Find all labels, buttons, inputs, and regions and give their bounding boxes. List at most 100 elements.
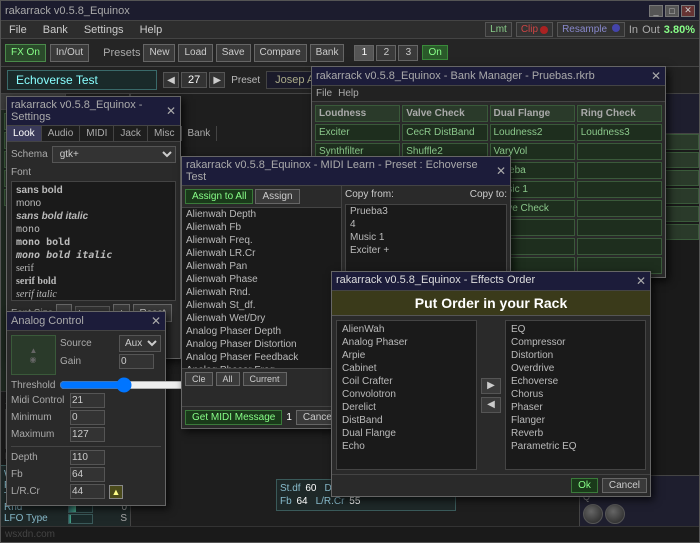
tab-jack[interactable]: Jack <box>114 126 148 141</box>
font-sans-bold-italic[interactable]: sans bold italic <box>14 210 173 223</box>
source-select[interactable]: Aux <box>119 335 161 352</box>
preset-num-1[interactable]: 1 <box>354 45 374 61</box>
effects-close-button[interactable]: ✕ <box>636 274 646 288</box>
effects-move-right-button[interactable]: ▶ <box>481 378 501 394</box>
effects-cancel-button[interactable]: Cancel <box>602 478 647 493</box>
font-mono-bold[interactable]: mono bold <box>14 236 173 249</box>
max-input[interactable] <box>70 427 105 442</box>
midi-clear-button[interactable]: Cle <box>185 372 213 386</box>
bank-button[interactable]: Bank <box>310 44 345 62</box>
param-alienwah-wetdry[interactable]: Alienwah Wet/Dry <box>182 312 341 325</box>
effect-analog-phaser[interactable]: Analog Phaser <box>339 336 474 349</box>
effect-echoverse[interactable]: Echoverse <box>508 375 643 388</box>
menu-settings[interactable]: Settings <box>80 24 128 36</box>
param-alienwah-stdf[interactable]: Alienwah St_df. <box>182 299 341 312</box>
copy-exciter[interactable]: Exciter + <box>346 244 506 257</box>
midi-ctrl-input[interactable] <box>70 393 105 408</box>
midi-all-button[interactable]: All <box>216 372 240 386</box>
effect-overdrive[interactable]: Overdrive <box>508 362 643 375</box>
bank-cell-0[interactable]: Exciter <box>315 124 400 141</box>
effect-convolotron[interactable]: Convolotron <box>339 388 474 401</box>
param-analog-dist[interactable]: Analog Phaser Distortion <box>182 338 341 351</box>
bank-menu-file[interactable]: File <box>316 88 332 99</box>
lr-up-button[interactable]: ▲ <box>109 485 123 499</box>
effect-parametric-eq[interactable]: Parametric EQ <box>508 440 643 453</box>
eq-knob-2[interactable] <box>605 504 625 524</box>
effect-coil-crafter[interactable]: Coil Crafter <box>339 375 474 388</box>
new-button[interactable]: New <box>143 44 175 62</box>
menu-help[interactable]: Help <box>136 24 167 36</box>
compare-button[interactable]: Compare <box>254 44 307 62</box>
tab-midi[interactable]: MIDI <box>80 126 114 141</box>
effect-dual-flange[interactable]: Dual Flange <box>339 427 474 440</box>
bank-cell-2[interactable]: Loudness2 <box>490 124 575 141</box>
param-alienwah-fb[interactable]: Alienwah Fb <box>182 221 341 234</box>
get-midi-button[interactable]: Get MIDI Message <box>185 410 282 425</box>
param-alienwah-freq[interactable]: Alienwah Freq. <box>182 234 341 247</box>
threshold-slider[interactable] <box>59 379 188 391</box>
bank-menu-help[interactable]: Help <box>338 88 359 99</box>
copy-4[interactable]: 4 <box>346 218 506 231</box>
effect-compressor[interactable]: Compressor <box>508 336 643 349</box>
analog-fb-input[interactable] <box>70 467 105 482</box>
schema-select[interactable]: gtk+ <box>52 146 176 163</box>
analog-depth-input[interactable] <box>70 450 105 465</box>
effect-reverb[interactable]: Reverb <box>508 427 643 440</box>
effect-cabinet[interactable]: Cabinet <box>339 362 474 375</box>
font-mono-2[interactable]: mono <box>14 223 173 236</box>
tab-look[interactable]: Look <box>7 126 42 141</box>
effect-distortion[interactable]: Distortion <box>508 349 643 362</box>
copy-prueba3[interactable]: Prueba3 <box>346 205 506 218</box>
midi-close-button[interactable]: ✕ <box>496 164 506 178</box>
param-alienwah-lrcr[interactable]: Alienwah LR.Cr <box>182 247 341 260</box>
effect-arpie[interactable]: Arpie <box>339 349 474 362</box>
param-alienwah-phase[interactable]: Alienwah Phase <box>182 273 341 286</box>
assign-all-button[interactable]: Assign to All <box>185 189 253 204</box>
param-alienwah-rnd[interactable]: Alienwah Rnd. <box>182 286 341 299</box>
effect-alienwah[interactable]: AlienWah <box>339 323 474 336</box>
load-button[interactable]: Load <box>178 44 212 62</box>
settings-close-button[interactable]: ✕ <box>166 104 176 118</box>
menu-bank[interactable]: Bank <box>39 24 72 36</box>
on-button[interactable]: On <box>422 45 447 60</box>
effect-flanger[interactable]: Flanger <box>508 414 643 427</box>
min-input[interactable] <box>70 410 105 425</box>
font-sans-bold[interactable]: sans bold <box>14 184 173 197</box>
bank-cell-1[interactable]: CecR DistBand <box>402 124 487 141</box>
tab-misc[interactable]: Misc <box>148 126 182 141</box>
preset-num-3[interactable]: 3 <box>398 45 418 61</box>
param-analog-depth[interactable]: Analog Phaser Depth <box>182 325 341 338</box>
copy-music1[interactable]: Music 1 <box>346 231 506 244</box>
font-serif[interactable]: serif <box>14 262 173 275</box>
tab-bank[interactable]: Bank <box>182 126 218 141</box>
midi-current-button[interactable]: Current <box>243 372 287 386</box>
preset-next-button[interactable]: ▶ <box>209 72 225 88</box>
preset-prev-button[interactable]: ◀ <box>163 72 179 88</box>
maximize-button[interactable]: □ <box>665 5 679 17</box>
close-button[interactable]: ✕ <box>681 5 695 17</box>
eq-knob-1[interactable] <box>583 504 603 524</box>
effect-phaser[interactable]: Phaser <box>508 401 643 414</box>
effect-derelict[interactable]: Derelict <box>339 401 474 414</box>
font-mono[interactable]: mono <box>14 197 173 210</box>
font-mono-bold-italic[interactable]: mono bold italic <box>14 249 173 262</box>
preset-num-2[interactable]: 2 <box>376 45 396 61</box>
font-serif-italic[interactable]: serif italic <box>14 288 173 301</box>
gain-input[interactable] <box>119 354 154 369</box>
bank-cell-3[interactable]: Loudness3 <box>577 124 662 141</box>
minimize-button[interactable]: _ <box>649 5 663 17</box>
tab-audio[interactable]: Audio <box>42 126 81 141</box>
bank-close-button[interactable]: ✕ <box>651 69 661 83</box>
effects-ok-button[interactable]: Ok <box>571 478 598 493</box>
param-alienwah-depth[interactable]: Alienwah Depth <box>182 208 341 221</box>
effect-eq[interactable]: EQ <box>508 323 643 336</box>
lfo-slider[interactable] <box>68 514 93 524</box>
fx-on-tab[interactable]: FX On <box>5 44 46 62</box>
analog-close-button[interactable]: ✕ <box>151 314 161 328</box>
font-serif-bold[interactable]: serif bold <box>14 275 173 288</box>
analog-lr-input[interactable] <box>70 484 105 499</box>
save-button[interactable]: Save <box>216 44 251 62</box>
assign-button[interactable]: Assign <box>255 189 299 204</box>
menu-file[interactable]: File <box>5 24 31 36</box>
effect-echo[interactable]: Echo <box>339 440 474 453</box>
